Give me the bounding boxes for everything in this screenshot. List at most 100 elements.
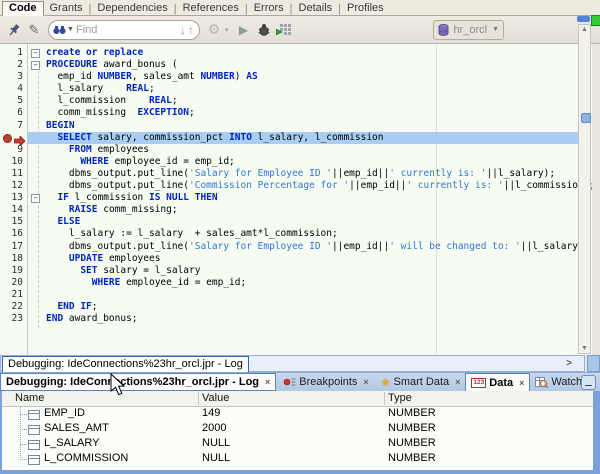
bottom-tab-cl-jpr-log[interactable]: Debugging: IdeConnections%23hr_orcl.jpr … bbox=[0, 373, 276, 391]
tab-profiles[interactable]: Profiles bbox=[341, 2, 390, 15]
compile-button[interactable]: ⚙ bbox=[205, 21, 223, 39]
code-line-17[interactable]: 17 dbms_output.put_line('Salary for Empl… bbox=[0, 241, 578, 253]
tab-grants[interactable]: Grants bbox=[44, 2, 89, 15]
code-line-2[interactable]: 2−PROCEDURE award_bonus ( bbox=[0, 59, 578, 71]
code-line-19[interactable]: 19 SET salary = l_salary bbox=[0, 265, 578, 277]
tree-branch-line bbox=[20, 444, 27, 445]
minimize-button[interactable] bbox=[581, 375, 596, 390]
code-line-1[interactable]: 1−create or replace bbox=[0, 47, 578, 59]
code-line-16[interactable]: 16 l_salary := l_salary + sales_amt*l_co… bbox=[0, 228, 578, 240]
bottom-tab-data[interactable]: 123Data× bbox=[465, 373, 530, 391]
line-number: 20 bbox=[0, 277, 23, 289]
code-text: comm_missing EXCEPTION; bbox=[46, 107, 195, 119]
column-header-name[interactable]: Name bbox=[15, 392, 44, 404]
connection-label: hr_orcl bbox=[453, 24, 487, 36]
run-button[interactable]: ▶ bbox=[235, 21, 253, 39]
code-text: l_salary REAL; bbox=[46, 83, 155, 95]
code-line-7[interactable]: 7BEGIN bbox=[0, 120, 578, 132]
code-line-3[interactable]: 3 emp_id NUMBER, sales_amt NUMBER) AS bbox=[0, 71, 578, 83]
code-line-9[interactable]: 9 FROM employees bbox=[0, 144, 578, 156]
close-icon[interactable]: × bbox=[519, 378, 524, 388]
data-panel-frame: Name Value Type EMP_ID149NUMBERSALES_AMT… bbox=[0, 391, 600, 474]
column-divider[interactable] bbox=[384, 392, 385, 405]
scroll-up-icon[interactable]: ▲ bbox=[579, 26, 590, 33]
code-line-5[interactable]: 5 l_commission REAL; bbox=[0, 95, 578, 107]
fold-toggle-icon[interactable]: − bbox=[31, 194, 40, 203]
find-next-icon[interactable]: ↓ bbox=[179, 24, 187, 36]
overflow-chevron-icon[interactable]: > bbox=[566, 358, 572, 369]
find-input[interactable] bbox=[74, 23, 179, 37]
code-text: END IF; bbox=[46, 301, 98, 313]
fold-toggle-icon[interactable]: − bbox=[31, 49, 40, 58]
code-line-15[interactable]: 15 ELSE bbox=[0, 216, 578, 228]
bottom-tab-breakpoints[interactable]: Breakpoints× bbox=[278, 373, 373, 391]
code-text: l_salary := l_salary + sales_amt*l_commi… bbox=[46, 228, 338, 240]
code-text: l_commission REAL; bbox=[46, 95, 178, 107]
edit-pencil-icon: ✎ bbox=[29, 22, 40, 38]
variable-name: L_COMMISSION bbox=[44, 452, 128, 464]
edit-button[interactable]: ✎ bbox=[25, 21, 43, 39]
tab-dependencies[interactable]: Dependencies bbox=[91, 2, 173, 15]
column-header-type[interactable]: Type bbox=[388, 392, 412, 404]
compile-dropdown-caret-icon[interactable]: ▾ bbox=[225, 26, 229, 34]
tab-errors[interactable]: Errors bbox=[248, 2, 290, 15]
code-line-12[interactable]: 12 dbms_output.put_line('Commission Perc… bbox=[0, 180, 578, 192]
find-previous-icon[interactable]: ↑ bbox=[187, 24, 195, 36]
code-editor[interactable]: 1−create or replace2−PROCEDURE award_bon… bbox=[0, 44, 592, 355]
code-line-23[interactable]: 23END award_bonus; bbox=[0, 313, 578, 325]
code-line-8[interactable]: SELECT salary, commission_pct INTO l_sal… bbox=[0, 132, 578, 144]
scroll-down-icon[interactable]: ▼ bbox=[579, 345, 590, 352]
editor-vertical-scrollbar[interactable]: ▲ ▼ bbox=[578, 24, 591, 354]
code-line-4[interactable]: 4 l_salary REAL; bbox=[0, 83, 578, 95]
variable-icon[interactable] bbox=[28, 425, 40, 435]
code-text: dbms_output.put_line('Salary for Employe… bbox=[46, 168, 555, 180]
tab-references[interactable]: References bbox=[177, 2, 245, 15]
tab-code[interactable]: Code bbox=[2, 1, 44, 16]
variable-icon[interactable] bbox=[28, 410, 40, 420]
code-line-18[interactable]: 18 UPDATE employees bbox=[0, 253, 578, 265]
variable-row-sales-amt[interactable]: SALES_AMT2000NUMBER bbox=[2, 422, 593, 437]
line-number: 15 bbox=[0, 216, 23, 228]
code-line-11[interactable]: 11 dbms_output.put_line('Salary for Empl… bbox=[0, 168, 578, 180]
code-line-6[interactable]: 6 comm_missing EXCEPTION; bbox=[0, 107, 578, 119]
tab-label: Smart Data bbox=[394, 376, 450, 388]
variable-name: SALES_AMT bbox=[44, 422, 109, 434]
line-number: 3 bbox=[0, 71, 23, 83]
line-number: 13 bbox=[0, 192, 23, 204]
close-icon[interactable]: × bbox=[363, 377, 368, 387]
fold-toggle-icon[interactable]: − bbox=[31, 61, 40, 70]
variable-row-emp-id[interactable]: EMP_ID149NUMBER bbox=[2, 407, 593, 422]
code-lines: 1−create or replace2−PROCEDURE award_bon… bbox=[0, 47, 578, 325]
variable-value: 2000 bbox=[202, 422, 226, 434]
code-line-13[interactable]: 13− IF l_commission IS NULL THEN bbox=[0, 192, 578, 204]
debug-button[interactable] bbox=[255, 21, 273, 39]
code-line-10[interactable]: 10 WHERE employee_id = emp_id; bbox=[0, 156, 578, 168]
code-line-22[interactable]: 22 END IF; bbox=[0, 301, 578, 313]
find-box[interactable]: ▼ ↓ ↑ bbox=[48, 20, 200, 40]
pin-button[interactable] bbox=[5, 21, 23, 39]
connection-selector[interactable]: hr_orcl ▼ bbox=[433, 20, 504, 40]
variable-icon[interactable] bbox=[28, 440, 40, 450]
variable-row-l-salary[interactable]: L_SALARYNULLNUMBER bbox=[2, 437, 593, 452]
line-number: 7 bbox=[0, 120, 23, 132]
code-line-21[interactable]: 21 bbox=[0, 289, 578, 301]
variable-icon[interactable] bbox=[28, 455, 40, 465]
compile-for-debug-button[interactable] bbox=[275, 21, 293, 39]
column-divider[interactable] bbox=[198, 392, 199, 405]
close-icon[interactable]: × bbox=[455, 377, 460, 387]
tab-details[interactable]: Details bbox=[293, 2, 339, 15]
scrollbar-thumb[interactable] bbox=[581, 113, 591, 123]
line-number: 19 bbox=[0, 265, 23, 277]
code-line-14[interactable]: 14 RAISE comm_missing; bbox=[0, 204, 578, 216]
variable-row-l-commission[interactable]: L_COMMISSIONNULLNUMBER bbox=[2, 452, 593, 467]
close-icon[interactable]: × bbox=[265, 377, 270, 387]
data-table-header[interactable]: Name Value Type bbox=[2, 391, 593, 407]
code-text: UPDATE employees bbox=[46, 253, 160, 265]
code-line-20[interactable]: 20 WHERE employee_id = emp_id; bbox=[0, 277, 578, 289]
line-number: 17 bbox=[0, 241, 23, 253]
breakpoint-icon[interactable] bbox=[3, 134, 12, 143]
bottom-tab-smart-data[interactable]: ★Smart Data× bbox=[376, 373, 466, 391]
find-options-caret-icon[interactable]: ▼ bbox=[67, 26, 74, 33]
column-header-value[interactable]: Value bbox=[202, 392, 229, 404]
variable-type: NUMBER bbox=[388, 407, 436, 419]
